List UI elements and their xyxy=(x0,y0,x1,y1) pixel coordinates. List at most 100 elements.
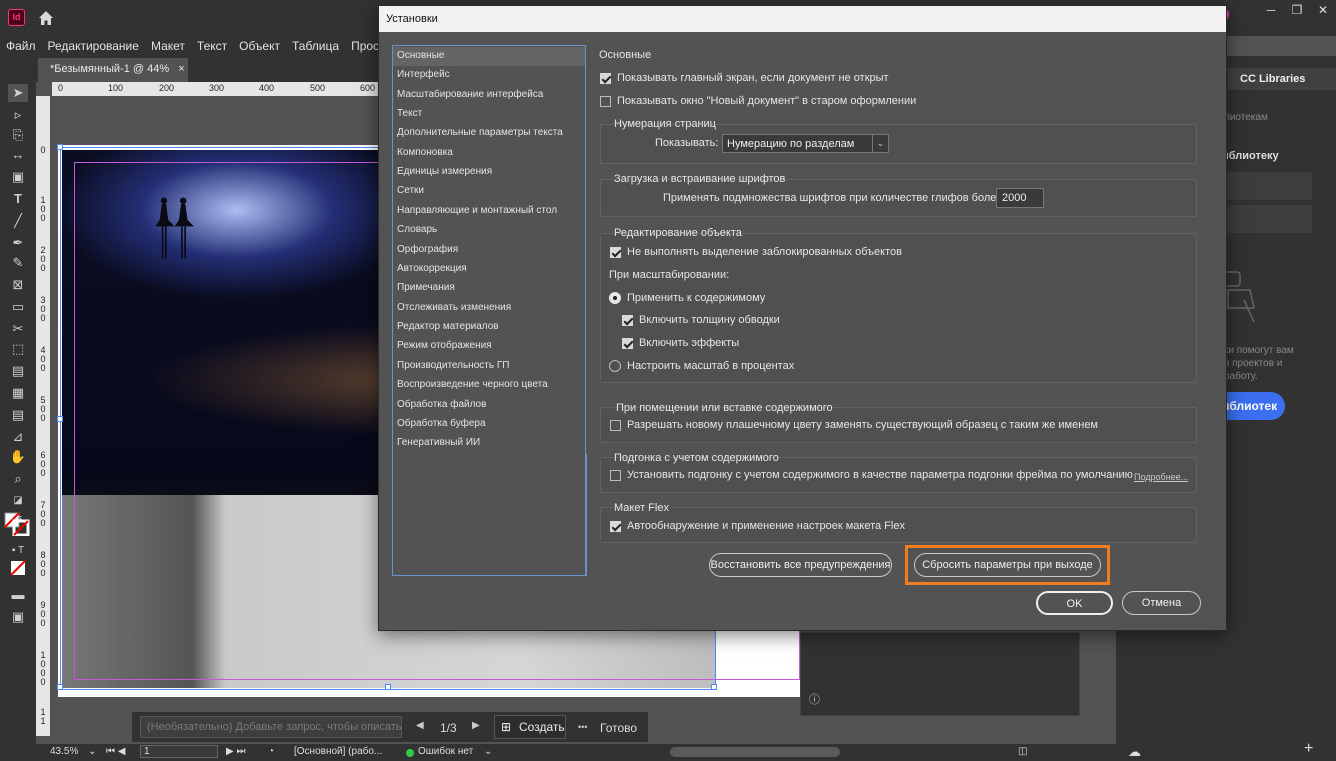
restore-icon[interactable]: ❐ xyxy=(1284,0,1310,20)
apply-none-icon[interactable] xyxy=(8,560,28,578)
more-info-link[interactable]: Подробнее... xyxy=(1134,472,1188,482)
minimize-icon[interactable]: ─ xyxy=(1258,0,1284,20)
menu-type[interactable]: Текст xyxy=(191,36,233,56)
close-tab-icon[interactable]: × xyxy=(178,63,184,75)
close-window-icon[interactable]: ✕ xyxy=(1310,0,1336,20)
split-view-icon[interactable]: ◫ xyxy=(1018,746,1027,757)
include-stroke-checkbox[interactable]: Включить толщину обводки xyxy=(622,314,780,326)
rectangle-frame-tool-icon[interactable]: ⊠ xyxy=(8,276,28,294)
frame-handle[interactable] xyxy=(711,684,717,690)
ok-button[interactable]: OK xyxy=(1036,591,1113,615)
no-select-locked-checkbox[interactable]: Не выполнять выделение заблокированных о… xyxy=(610,246,902,258)
pen-tool-icon[interactable]: ✒ xyxy=(8,234,28,252)
reset-preferences-button[interactable]: Сбросить параметры при выходе xyxy=(914,553,1101,577)
nav-item-clipboard[interactable]: Обработка буфера xyxy=(393,415,585,434)
frame-handle[interactable] xyxy=(57,416,63,422)
nav-item-file-handling[interactable]: Обработка файлов xyxy=(393,396,585,415)
page-tool-icon[interactable]: ⎘ xyxy=(8,126,28,144)
page-numbering-select[interactable]: Нумерацию по разделам ⌄ xyxy=(722,134,889,153)
chevron-down-icon[interactable]: ⌄ xyxy=(88,746,96,757)
nav-item-story-editor[interactable]: Редактор материалов xyxy=(393,318,585,337)
gradient-tool-icon[interactable]: ▤ xyxy=(8,362,28,380)
free-transform-tool-icon[interactable]: ⬚ xyxy=(8,340,28,358)
chevron-down-icon[interactable]: ⌄ xyxy=(484,746,492,757)
preflight-icon[interactable]: ◔ xyxy=(268,746,274,757)
screen-mode-icon[interactable]: ▣ xyxy=(8,608,28,626)
first-page-icon[interactable]: ⏮ ◀ xyxy=(106,746,125,757)
nav-item-ui-scaling[interactable]: Масштабирование интерфейса xyxy=(393,86,585,105)
nav-item-gpu[interactable]: Производительность ГП xyxy=(393,357,585,376)
menu-object[interactable]: Объект xyxy=(233,36,286,56)
nav-item-composition[interactable]: Компоновка xyxy=(393,144,585,163)
zoom-tool-icon[interactable]: ⌕ xyxy=(8,470,28,488)
nav-item-display[interactable]: Режим отображения xyxy=(393,337,585,356)
home-icon[interactable] xyxy=(36,8,56,28)
selection-tool-icon[interactable]: ➤ xyxy=(8,84,28,102)
glyph-threshold-input[interactable]: 2000 xyxy=(996,188,1044,208)
nav-item-spelling[interactable]: Орфография xyxy=(393,241,585,260)
nav-item-track-changes[interactable]: Отслеживать изменения xyxy=(393,299,585,318)
frame-handle[interactable] xyxy=(385,684,391,690)
menu-layout[interactable]: Макет xyxy=(145,36,191,56)
create-button[interactable]: ⊞ Создать xyxy=(494,715,566,739)
menu-file[interactable]: Файл xyxy=(0,36,42,56)
gap-tool-icon[interactable]: ↔ xyxy=(8,146,28,164)
prompt-input[interactable]: (Необязательно) Добавьте запрос, чтобы о… xyxy=(140,716,402,738)
reset-warnings-button[interactable]: Восстановить все предупреждения xyxy=(709,553,892,577)
note-tool-icon[interactable]: ▤ xyxy=(8,406,28,424)
frame-handle[interactable] xyxy=(57,144,63,150)
content-collector-icon[interactable]: ▣ xyxy=(8,168,28,186)
direct-selection-tool-icon[interactable]: ▹ xyxy=(8,106,28,124)
cc-libraries-tab[interactable]: CC Libraries xyxy=(1228,68,1336,90)
nav-item-advanced-type[interactable]: Дополнительные параметры текста xyxy=(393,124,585,143)
nav-item-autocorrect[interactable]: Автокоррекция xyxy=(393,260,585,279)
preflight-profile[interactable]: [Основной] (рабо... xyxy=(294,746,382,757)
horizontal-scrollbar[interactable] xyxy=(670,747,840,757)
nav-item-generative-ai[interactable]: Генеративный ИИ xyxy=(393,434,585,453)
nav-item-type[interactable]: Текст xyxy=(393,105,585,124)
rectangle-tool-icon[interactable]: ▭ xyxy=(8,298,28,316)
cancel-button[interactable]: Отмена xyxy=(1122,591,1201,615)
done-button[interactable]: Готово xyxy=(600,721,637,735)
show-home-checkbox[interactable]: Показывать главный экран, если документ … xyxy=(600,72,889,84)
allow-replace-swatch-checkbox[interactable]: Разрешать новому плашечному цвету заменя… xyxy=(610,419,1098,431)
pencil-tool-icon[interactable]: ✎ xyxy=(8,254,28,272)
line-tool-icon[interactable]: ╱ xyxy=(8,212,28,230)
frame-handle[interactable] xyxy=(57,684,63,690)
last-page-icon[interactable]: ▶ ⏭ xyxy=(226,746,245,757)
nav-item-notes[interactable]: Примечания xyxy=(393,279,585,298)
view-mode-icon[interactable]: ▬ xyxy=(8,586,28,604)
format-affects-icon[interactable]: ▪ T xyxy=(8,542,28,560)
fill-stroke-icon[interactable] xyxy=(4,512,30,537)
nav-item-black[interactable]: Воспроизведение черного цвета xyxy=(393,376,585,395)
add-icon[interactable]: + xyxy=(1304,740,1313,758)
more-icon[interactable]: ••• xyxy=(578,722,587,732)
next-page-icon[interactable]: ▶ xyxy=(472,720,480,731)
nav-item-grids[interactable]: Сетки xyxy=(393,182,585,201)
nav-item-dictionary[interactable]: Словарь xyxy=(393,221,585,240)
zoom-level[interactable]: 43.5% xyxy=(50,746,78,757)
prev-page-icon[interactable]: ◀ xyxy=(416,720,424,731)
page-field[interactable]: 1 xyxy=(140,745,218,758)
nav-item-units[interactable]: Единицы измерения xyxy=(393,163,585,182)
menu-edit[interactable]: Редактирование xyxy=(42,36,145,56)
hand-tool-icon[interactable]: ✋ xyxy=(8,448,28,466)
content-aware-default-checkbox[interactable]: Установить подгонку с учетом содержимого… xyxy=(610,469,1133,481)
include-effects-checkbox[interactable]: Включить эффекты xyxy=(622,337,739,349)
gradient-feather-icon[interactable]: ▦ xyxy=(8,384,28,402)
menu-table[interactable]: Таблица xyxy=(286,36,345,56)
flex-auto-detect-checkbox[interactable]: Автообнаружение и применение настроек ма… xyxy=(610,520,905,532)
cloud-icon[interactable]: ☁ xyxy=(1128,744,1141,760)
document-tab[interactable]: *Безымянный-1 @ 44% × xyxy=(38,58,188,82)
nav-item-interface[interactable]: Интерфейс xyxy=(393,66,585,85)
nav-item-guides[interactable]: Направляющие и монтажный стол xyxy=(393,202,585,221)
error-status[interactable]: Ошибок нет xyxy=(418,746,473,757)
info-icon[interactable]: ⓘ xyxy=(809,691,820,707)
default-colors-icon[interactable]: ◪ ⇆ xyxy=(8,492,28,524)
adjust-percent-radio[interactable]: Настроить масштаб в процентах xyxy=(609,360,794,372)
type-tool-icon[interactable]: T xyxy=(8,190,28,208)
nav-item-general[interactable]: Основные xyxy=(393,47,585,66)
scissors-tool-icon[interactable]: ✂ xyxy=(8,320,28,338)
legacy-new-doc-checkbox[interactable]: Показывать окно "Новый документ" в старо… xyxy=(600,95,916,107)
apply-to-content-radio[interactable]: Применить к содержимому xyxy=(609,292,765,304)
